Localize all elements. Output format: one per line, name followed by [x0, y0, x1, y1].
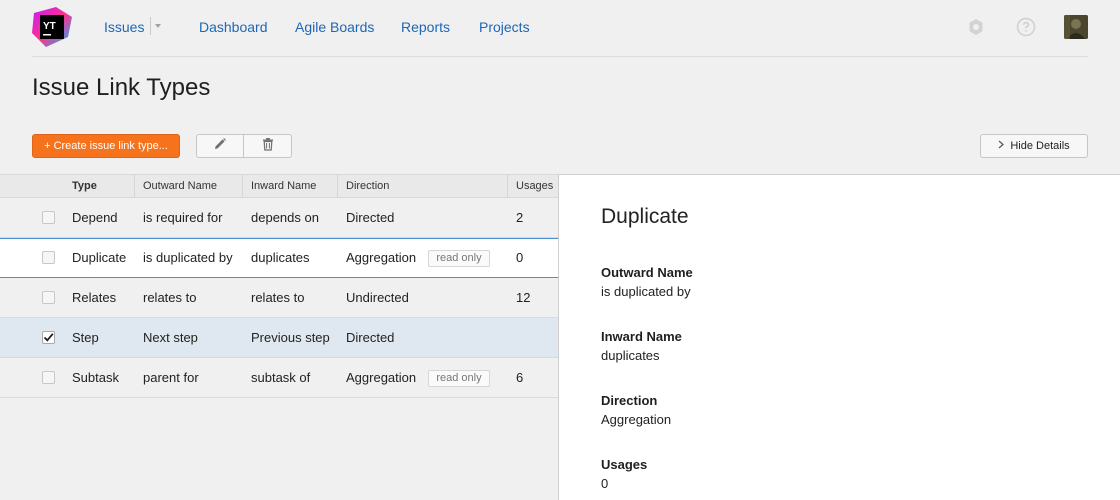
inward-name-value: duplicates [601, 348, 660, 363]
direction-value: Aggregation [601, 412, 672, 427]
inward-name-label: Inward Name [601, 329, 682, 344]
direction-cell: Directed [346, 330, 395, 345]
outward-cell: is required for [143, 210, 223, 225]
chevron-down-icon[interactable] [155, 24, 161, 28]
direction-cell: Undirected [346, 290, 409, 305]
direction-cell: Aggregation [346, 250, 417, 265]
type-cell: Relates [72, 290, 117, 305]
usages-label: Usages [601, 457, 648, 472]
direction-label: Direction [601, 393, 658, 408]
usages-cell: 2 [516, 210, 524, 225]
row-checkbox[interactable] [42, 291, 55, 304]
outward-cell: relates to [143, 290, 197, 305]
table-row[interactable]: Depend is required for depends on Direct… [0, 198, 558, 238]
column-header-direction[interactable]: Direction [337, 175, 508, 198]
table-header: Type Outward Name Inward Name Direction … [0, 174, 558, 198]
inward-cell: depends on [251, 210, 319, 225]
column-header-outward-name[interactable]: Outward Name [134, 175, 242, 198]
outward-cell: Next step [143, 330, 198, 345]
table-row[interactable]: Step Next step Previous step Directed [0, 318, 558, 358]
table-row[interactable]: Relates relates to relates to Undirected… [0, 278, 558, 318]
nav-dashboard[interactable]: Dashboard [199, 19, 268, 35]
nav-projects[interactable]: Projects [479, 19, 530, 35]
inward-cell: subtask of [251, 370, 311, 385]
outward-name-value: is duplicated by [601, 284, 691, 299]
row-checkbox[interactable] [42, 371, 55, 384]
read-only-badge: read only [428, 250, 490, 267]
create-issue-link-type-button[interactable]: + Create issue link type... [32, 134, 180, 158]
nav-separator [150, 17, 151, 35]
column-header-usages[interactable]: Usages [507, 175, 558, 198]
row-actions-group [196, 134, 292, 158]
usages-cell: 6 [516, 370, 524, 385]
row-checkbox-checked[interactable] [42, 331, 55, 344]
row-checkbox[interactable] [42, 251, 55, 264]
delete-button[interactable] [244, 134, 292, 158]
table-row[interactable]: Subtask parent for subtask of Aggregatio… [0, 358, 558, 398]
youtrack-logo[interactable]: YT [32, 7, 72, 47]
header-divider [32, 56, 1088, 57]
help-icon[interactable] [1016, 17, 1036, 37]
chevron-right-icon [998, 135, 1005, 157]
avatar[interactable] [1064, 15, 1088, 39]
type-cell: Duplicate [72, 250, 127, 265]
edit-button[interactable] [196, 134, 244, 158]
trash-icon [261, 137, 275, 156]
row-checkbox[interactable] [42, 211, 55, 224]
direction-cell: Aggregation [346, 370, 417, 385]
hide-details-label: Hide Details [1010, 140, 1070, 152]
outward-cell: parent for [143, 370, 199, 385]
table-row[interactable]: Duplicate is duplicated by duplicates Ag… [0, 238, 558, 278]
inward-cell: duplicates [251, 250, 310, 265]
inward-cell: Previous step [251, 330, 330, 345]
details-panel: Duplicate Outward Name is duplicated by … [558, 174, 1120, 500]
read-only-badge: read only [428, 370, 490, 387]
issue-link-types-table: Type Outward Name Inward Name Direction … [0, 174, 558, 400]
type-cell: Step [72, 330, 99, 345]
column-header-inward-name[interactable]: Inward Name [242, 175, 337, 198]
nav-agile-boards[interactable]: Agile Boards [295, 19, 374, 35]
usages-value: 0 [601, 476, 609, 491]
pencil-icon [213, 137, 227, 156]
inward-cell: relates to [251, 290, 305, 305]
nav-reports[interactable]: Reports [401, 19, 450, 35]
nav-issues[interactable]: Issues [104, 19, 144, 35]
page-title: Issue Link Types [32, 74, 211, 101]
outward-name-label: Outward Name [601, 265, 693, 280]
direction-cell: Directed [346, 210, 395, 225]
usages-cell: 12 [516, 290, 531, 305]
top-navigation: YT Issues Dashboard Agile Boards Reports… [0, 0, 1120, 56]
gear-icon[interactable] [966, 17, 986, 37]
type-cell: Depend [72, 210, 118, 225]
usages-cell: 0 [516, 250, 524, 265]
details-title: Duplicate [601, 205, 689, 228]
outward-cell: is duplicated by [143, 250, 233, 265]
column-header-type[interactable]: Type [64, 175, 134, 198]
type-cell: Subtask [72, 370, 119, 385]
hide-details-button[interactable]: Hide Details [980, 134, 1088, 158]
svg-text:YT: YT [43, 21, 56, 32]
